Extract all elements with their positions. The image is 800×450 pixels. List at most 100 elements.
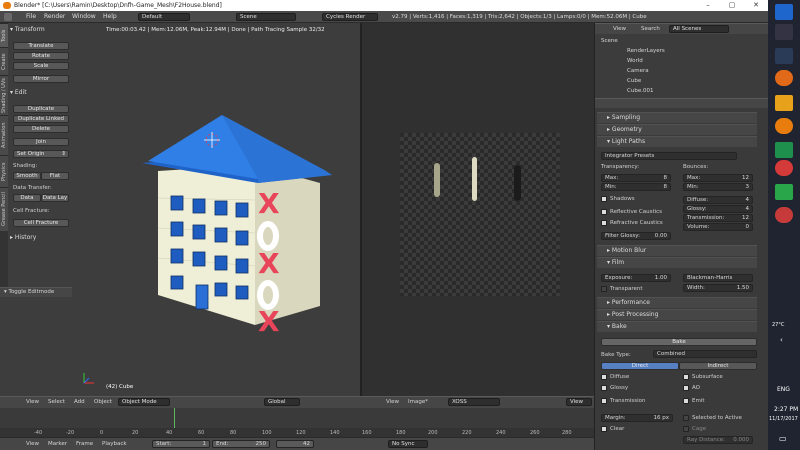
transparent-checkbox[interactable] xyxy=(601,286,607,292)
cell-fracture-button[interactable]: Cell Fracture xyxy=(13,219,69,227)
smooth-button[interactable]: Smooth xyxy=(13,172,41,180)
clock-time[interactable]: 2:27 PM xyxy=(774,406,798,413)
render-engine-dropdown[interactable]: Cycles Render xyxy=(322,13,378,21)
menu-file[interactable]: File xyxy=(26,13,36,20)
bake-panel[interactable]: ▾ Bake xyxy=(597,321,757,332)
data-layout-button[interactable]: Data Lay xyxy=(41,194,69,202)
scale-button[interactable]: Scale xyxy=(13,62,69,70)
app-icon[interactable] xyxy=(775,142,793,158)
image-name-field[interactable]: XOSS xyxy=(448,398,500,406)
start-frame-field[interactable]: Start: 1 xyxy=(152,440,210,448)
viewport-select-menu[interactable]: Select xyxy=(48,399,65,405)
filter-type-dropdown[interactable]: Blackman-Harris xyxy=(683,274,753,282)
editor-type-icon[interactable] xyxy=(4,13,12,21)
outliner-filter-dropdown[interactable]: All Scenes xyxy=(669,25,729,33)
direct-toggle[interactable]: Direct xyxy=(601,362,679,370)
tab-animation[interactable]: Animation xyxy=(0,115,8,155)
3d-viewport[interactable]: Time:00:03.42 | Mem:12.06M, Peak:12.94M … xyxy=(72,23,360,396)
history-panel-header[interactable]: ▸ History xyxy=(10,234,36,241)
windows-start-icon[interactable] xyxy=(775,4,793,20)
shadows-checkbox[interactable] xyxy=(601,196,607,202)
duplicate-button[interactable]: Duplicate xyxy=(13,105,69,113)
motion-blur-panel[interactable]: ▸ Motion Blur xyxy=(597,245,757,256)
ray-distance-field[interactable]: Ray Distance: 0.000 xyxy=(683,436,753,444)
delete-button[interactable]: Delete xyxy=(13,125,69,133)
light-paths-panel[interactable]: ▾ Light Paths xyxy=(597,136,757,147)
bake-glossy-checkbox[interactable] xyxy=(601,385,607,391)
performance-panel[interactable]: ▸ Performance xyxy=(597,297,757,308)
tab-tools[interactable]: Tools xyxy=(0,23,8,47)
bake-button[interactable]: Bake xyxy=(601,338,757,346)
opera-icon[interactable] xyxy=(775,207,793,223)
image-menu[interactable]: Image* xyxy=(408,399,428,405)
film-panel[interactable]: ▾ Film xyxy=(597,257,757,268)
sync-mode-dropdown[interactable]: No Sync xyxy=(388,440,428,448)
minimize-button[interactable]: – xyxy=(696,0,720,11)
indirect-toggle[interactable]: Indirect xyxy=(679,362,757,370)
refractive-caustics-checkbox[interactable] xyxy=(601,220,607,226)
blender-app-icon[interactable] xyxy=(775,118,793,134)
clear-checkbox[interactable] xyxy=(601,426,607,432)
image-view-dropdown[interactable]: View xyxy=(566,398,592,406)
exposure-field[interactable]: Exposure: 1.00 xyxy=(601,274,671,282)
timeline[interactable]: -40 -20 0 20 40 60 80 100 120 140 160 18… xyxy=(0,408,594,437)
transmission-bounces-field[interactable]: Transmission: 12 xyxy=(683,214,753,222)
bake-emit-checkbox[interactable] xyxy=(683,398,689,404)
tab-physics[interactable]: Physics xyxy=(0,155,8,187)
notifications-icon[interactable]: ▭ xyxy=(779,434,787,443)
volume-bounces-field[interactable]: Volume: 0 xyxy=(683,223,753,231)
edit-panel-header[interactable]: ▾ Edit xyxy=(10,89,27,96)
clock-date[interactable]: 11/17/2017 xyxy=(769,416,798,422)
mirror-button[interactable]: Mirror xyxy=(13,75,69,83)
image-view-menu[interactable]: View xyxy=(386,399,399,405)
language-indicator[interactable]: ENG xyxy=(777,386,790,393)
bounces-min-field[interactable]: Min: 3 xyxy=(683,183,753,191)
bake-ao-checkbox[interactable] xyxy=(683,385,689,391)
glossy-bounces-field[interactable]: Glossy: 4 xyxy=(683,205,753,213)
join-button[interactable]: Join xyxy=(13,138,69,146)
flat-button[interactable]: Flat xyxy=(41,172,69,180)
viewport-view-menu[interactable]: View xyxy=(26,399,39,405)
timeline-frame-menu[interactable]: Frame xyxy=(76,441,93,447)
tab-shading-uvs[interactable]: Shading / UVs xyxy=(0,75,8,115)
duplicate-linked-button[interactable]: Duplicate Linked xyxy=(13,115,69,123)
bounces-max-field[interactable]: Max: 12 xyxy=(683,174,753,182)
reflective-caustics-checkbox[interactable] xyxy=(601,209,607,215)
toggle-editmode-panel[interactable]: ▾ Toggle Editmode xyxy=(0,287,72,297)
outliner-item-world[interactable]: World xyxy=(627,58,643,64)
timeline-playback-menu[interactable]: Playback xyxy=(102,441,127,447)
scene-dropdown[interactable]: Scene xyxy=(236,13,296,21)
steam-icon[interactable] xyxy=(775,48,793,64)
integrator-presets-dropdown[interactable]: Integrator Presets xyxy=(601,152,737,160)
rotate-button[interactable]: Rotate xyxy=(13,52,69,60)
transform-orientation-dropdown[interactable]: Global xyxy=(264,398,300,406)
viewport-add-menu[interactable]: Add xyxy=(74,399,85,405)
set-origin-dropdown[interactable]: Set Origin ⇕ xyxy=(13,150,69,158)
outliner-view-menu[interactable]: View xyxy=(613,26,626,32)
firefox-icon[interactable] xyxy=(775,70,793,86)
outliner-search-menu[interactable]: Search xyxy=(641,26,660,32)
selected-to-active-checkbox[interactable] xyxy=(683,415,689,421)
timeline-view-menu[interactable]: View xyxy=(26,441,39,447)
outliner-item-camera[interactable]: Camera xyxy=(627,68,649,74)
menu-render[interactable]: Render xyxy=(44,13,65,20)
maximize-button[interactable]: ▢ xyxy=(720,0,744,11)
outliner-item-renderlayers[interactable]: RenderLayers xyxy=(627,48,665,54)
timeline-marker-menu[interactable]: Marker xyxy=(48,441,67,447)
app-icon-2[interactable] xyxy=(775,184,793,200)
filter-width-field[interactable]: Width: 1.50 xyxy=(683,284,753,292)
sampling-panel[interactable]: ▸ Sampling xyxy=(597,112,757,123)
outliner-item-scene[interactable]: Scene xyxy=(601,38,618,44)
transparency-min-field[interactable]: Min: 8 xyxy=(601,183,671,191)
viewport-object-menu[interactable]: Object xyxy=(94,399,112,405)
translate-button[interactable]: Translate xyxy=(13,42,69,50)
diffuse-bounces-field[interactable]: Diffuse: 4 xyxy=(683,196,753,204)
cage-checkbox[interactable] xyxy=(683,426,689,432)
bake-diffuse-checkbox[interactable] xyxy=(601,374,607,380)
tab-grease-pencil[interactable]: Grease Pencil xyxy=(0,187,8,231)
geometry-panel[interactable]: ▸ Geometry xyxy=(597,124,757,135)
task-view-icon[interactable] xyxy=(775,24,793,40)
current-frame-field[interactable]: 42 xyxy=(276,440,314,448)
tab-create[interactable]: Create xyxy=(0,47,8,75)
layout-dropdown[interactable]: Default xyxy=(138,13,190,21)
